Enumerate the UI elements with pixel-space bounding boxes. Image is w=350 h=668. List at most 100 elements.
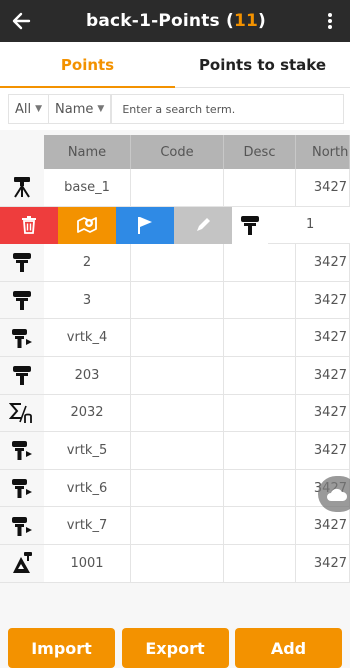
- cell-north: 3427: [296, 394, 350, 432]
- map-pin-icon: [77, 217, 97, 234]
- search-input[interactable]: [111, 94, 344, 124]
- tab-points-to-stake[interactable]: Points to stake: [175, 42, 350, 87]
- table-row[interactable]: 203 3427: [0, 356, 350, 395]
- tab-bar: Points Points to stake: [0, 42, 350, 88]
- cell-name: vrtk_5: [44, 432, 131, 469]
- search-bar: All ▼ Name ▼: [0, 88, 350, 130]
- rtk-rover-icon: [12, 328, 32, 348]
- cell-name: 2: [44, 244, 131, 281]
- cell-name: vrtk_6: [44, 469, 131, 507]
- cell-code: [131, 544, 224, 582]
- rover-icon: [13, 366, 31, 386]
- cell-north: 3427: [296, 544, 350, 582]
- table-row[interactable]: 2032 3427: [0, 394, 350, 433]
- cell-desc: [224, 244, 296, 281]
- rtk-rover-icon: [12, 441, 32, 461]
- cloud-icon: [327, 488, 348, 501]
- table-row[interactable]: 2 3427: [0, 244, 350, 282]
- cell-desc: [224, 281, 296, 319]
- table-row[interactable]: vrtk_5 3427: [0, 432, 350, 470]
- sum-over-n-icon: [9, 402, 32, 423]
- table-row[interactable]: vrtk_4 3427: [0, 319, 350, 357]
- rover-icon: [13, 253, 31, 273]
- rtk-rover-icon: [12, 479, 32, 499]
- scope-filter-select[interactable]: All ▼: [8, 94, 49, 124]
- cell-north: 3427: [296, 244, 350, 281]
- arrow-left-icon: [12, 12, 31, 30]
- cell-name: 203: [44, 356, 131, 394]
- cell-north: 3427: [296, 169, 350, 206]
- point-type-cell: [0, 281, 44, 319]
- column-header-desc[interactable]: Desc: [224, 135, 296, 169]
- edit-button[interactable]: [174, 206, 232, 245]
- point-type-cell: [0, 319, 44, 356]
- back-button[interactable]: [0, 0, 42, 42]
- points-screen: back-1-Points (11) Points Points to stak…: [0, 0, 350, 668]
- table-row[interactable]: 3 3427: [0, 281, 350, 320]
- header-icon-spacer: [0, 135, 44, 169]
- more-vertical-icon: [328, 13, 332, 29]
- cell-desc: [224, 356, 296, 394]
- cell-name: 2032: [44, 394, 131, 432]
- swiped-row-name[interactable]: 1: [268, 206, 350, 245]
- delete-button[interactable]: [0, 206, 58, 245]
- cell-desc: [224, 507, 296, 544]
- point-type-cell: [0, 356, 44, 394]
- rtk-rover-icon: [12, 516, 32, 536]
- import-button[interactable]: Import: [8, 628, 115, 668]
- cell-code: [131, 394, 224, 432]
- pencil-icon: [197, 218, 210, 232]
- more-menu-button[interactable]: [310, 0, 350, 42]
- title-text: back-1-Points: [85, 11, 220, 31]
- points-table: Name Code Desc North base_1 3427 1 2 342…: [0, 135, 350, 583]
- cell-code: [131, 281, 224, 319]
- cell-desc: [224, 469, 296, 507]
- point-type-cell: [0, 544, 44, 582]
- column-header-north[interactable]: North: [296, 135, 350, 169]
- cell-desc: [224, 394, 296, 432]
- add-button[interactable]: Add: [235, 628, 342, 668]
- cell-code: [131, 507, 224, 544]
- caret-down-icon: ▼: [97, 104, 105, 114]
- table-row[interactable]: vrtk_7 3427: [0, 507, 350, 545]
- cell-desc: [224, 544, 296, 582]
- cell-north: 3427: [296, 319, 350, 356]
- point-type-cell: [0, 432, 44, 469]
- tab-points[interactable]: Points: [0, 42, 175, 88]
- column-header-code[interactable]: Code: [131, 135, 224, 169]
- field-filter-select[interactable]: Name ▼: [48, 94, 112, 124]
- bottom-action-bar: Import Export Add: [0, 628, 350, 668]
- table-row[interactable]: 1001 3427: [0, 544, 350, 583]
- cell-name: vrtk_4: [44, 319, 131, 356]
- cell-code: [131, 244, 224, 281]
- cell-code: [131, 319, 224, 356]
- flag-icon: [138, 217, 152, 235]
- cell-north: 3427: [296, 507, 350, 544]
- column-header-name[interactable]: Name: [44, 135, 131, 169]
- table-row[interactable]: vrtk_6 3427: [0, 469, 350, 508]
- cell-code: [131, 432, 224, 469]
- point-count: 11: [233, 11, 259, 31]
- cell-name: 3: [44, 281, 131, 319]
- point-type-cell: [232, 206, 268, 245]
- rover-icon: [241, 216, 259, 236]
- cloud-sync-button[interactable]: [318, 476, 350, 512]
- trash-icon: [22, 216, 36, 235]
- cell-name: base_1: [44, 169, 131, 206]
- cell-desc: [224, 432, 296, 469]
- cell-name: 1001: [44, 544, 131, 582]
- cell-north: 3427: [296, 281, 350, 319]
- flag-button[interactable]: [116, 206, 174, 245]
- stake-button[interactable]: [58, 206, 116, 245]
- scope-filter-value: All: [15, 101, 32, 117]
- cell-code: [131, 169, 224, 206]
- caret-down-icon: ▼: [35, 104, 43, 114]
- point-type-cell: [0, 244, 44, 281]
- point-type-cell: [0, 169, 44, 206]
- table-row[interactable]: base_1 3427: [0, 169, 350, 207]
- point-type-cell: [0, 507, 44, 544]
- tilt-survey-icon: [13, 552, 32, 574]
- export-button[interactable]: Export: [121, 628, 229, 668]
- top-app-bar: back-1-Points (11): [0, 0, 350, 42]
- cell-north: 3427: [296, 432, 350, 469]
